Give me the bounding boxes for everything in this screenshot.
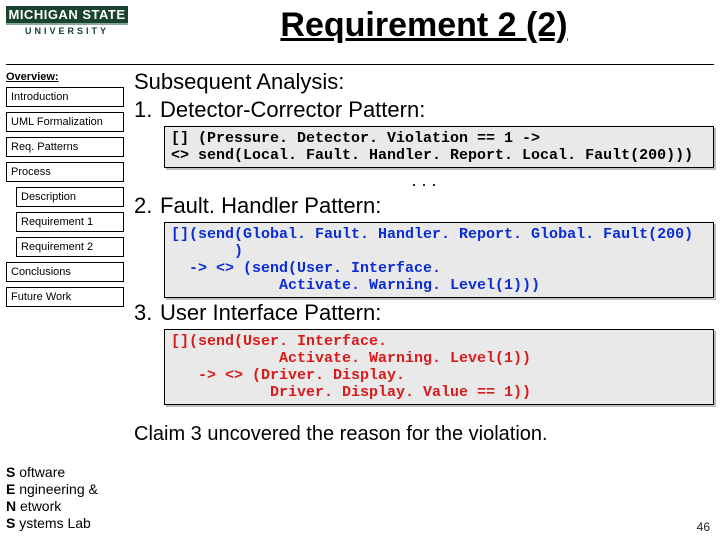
nav-future-work[interactable]: Future Work xyxy=(6,287,124,307)
nav-req-patterns[interactable]: Req. Patterns xyxy=(6,137,124,157)
nav-introduction[interactable]: Introduction xyxy=(6,87,124,107)
lab-line-1: S oftware xyxy=(6,464,98,481)
pattern-2-num: 2. xyxy=(134,193,160,219)
msu-logo: MICHIGAN STATE UNIVERSITY xyxy=(6,6,128,48)
lab-line-3: N etwork xyxy=(6,498,98,515)
pattern-3-num: 3. xyxy=(134,300,160,326)
claim-text: Claim 3 uncovered the reason for the vio… xyxy=(134,423,714,446)
lead-text: Subsequent Analysis: xyxy=(134,69,714,95)
lab-name: S oftware E ngineering & N etwork S yste… xyxy=(6,464,98,532)
nav-uml-formalization[interactable]: UML Formalization xyxy=(6,112,124,132)
sidebar-heading: Overview: xyxy=(6,71,124,83)
nav-process[interactable]: Process xyxy=(6,162,124,182)
pattern-2-code: [](send(Global. Fault. Handler. Report. … xyxy=(164,222,714,298)
pattern-2-row: 2. Fault. Handler Pattern: xyxy=(134,193,714,219)
ellipsis: . . . xyxy=(134,170,714,191)
nav-description[interactable]: Description xyxy=(16,187,124,207)
pattern-2-label: Fault. Handler Pattern: xyxy=(160,193,381,219)
pattern-3-label: User Interface Pattern: xyxy=(160,300,381,326)
nav-conclusions[interactable]: Conclusions xyxy=(6,262,124,282)
slide: MICHIGAN STATE UNIVERSITY Requirement 2 … xyxy=(0,0,720,540)
slide-title: Requirement 2 (2) xyxy=(128,0,720,45)
content: Subsequent Analysis: 1. Detector-Correct… xyxy=(130,65,720,537)
logo-bottom-text: UNIVERSITY xyxy=(6,23,128,36)
header: MICHIGAN STATE UNIVERSITY Requirement 2 … xyxy=(0,0,720,64)
page-number: 46 xyxy=(697,520,710,534)
lab-line-4: S ystems Lab xyxy=(6,515,98,532)
nav-requirement-1[interactable]: Requirement 1 xyxy=(16,212,124,232)
logo-top-text: MICHIGAN STATE xyxy=(6,6,128,23)
pattern-1-label: Detector-Corrector Pattern: xyxy=(160,97,425,123)
pattern-3-code: [](send(User. Interface. Activate. Warni… xyxy=(164,329,714,405)
pattern-1-code: [] (Pressure. Detector. Violation == 1 -… xyxy=(164,126,714,168)
pattern-1-row: 1. Detector-Corrector Pattern: xyxy=(134,97,714,123)
lab-line-2: E ngineering & xyxy=(6,481,98,498)
nav-requirement-2[interactable]: Requirement 2 xyxy=(16,237,124,257)
pattern-3-row: 3. User Interface Pattern: xyxy=(134,300,714,326)
body: Overview: Introduction UML Formalization… xyxy=(0,65,720,537)
pattern-1-num: 1. xyxy=(134,97,160,123)
